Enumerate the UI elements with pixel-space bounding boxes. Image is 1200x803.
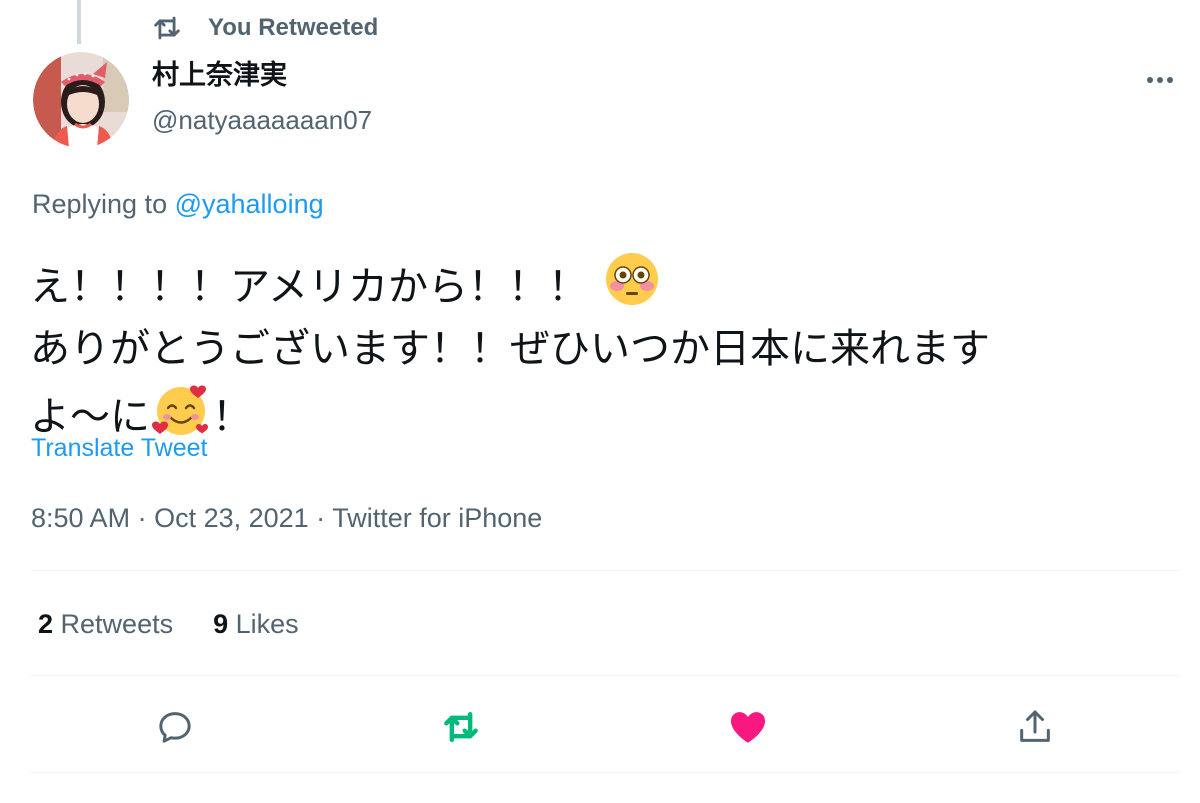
- retweet-icon: [444, 711, 478, 743]
- tweet-time[interactable]: 8:50 AM: [31, 503, 130, 533]
- reply-to-handle-link[interactable]: @yahalloing: [175, 189, 324, 219]
- more-dots-icon: [1147, 77, 1173, 83]
- retweet-context-label: You Retweeted: [208, 14, 379, 41]
- divider-middle: [31, 675, 1180, 676]
- retweets-count: 2: [38, 609, 54, 639]
- reply-context: Replying to @yahalloing: [32, 184, 324, 224]
- tweet-line-1: え！！！！アメリカから！！！: [30, 250, 1170, 318]
- flushed-face-emoji: [603, 250, 661, 308]
- likes-stat[interactable]: 9 Likes: [213, 604, 299, 644]
- tweet-line-3-end: ！: [212, 394, 252, 440]
- author-name[interactable]: 村上奈津実: [152, 56, 287, 96]
- share-icon: [1020, 710, 1050, 742]
- like-button[interactable]: [721, 700, 775, 754]
- heart-icon: [730, 712, 766, 743]
- thread-line: [77, 0, 81, 44]
- meta-separator: ·: [130, 503, 155, 533]
- reply-button[interactable]: [148, 700, 202, 754]
- retweet-icon: [150, 11, 184, 45]
- avatar[interactable]: [33, 52, 129, 148]
- tweet-line-2: ありがとうございます！！ぜひいつか日本に来れます: [30, 326, 990, 372]
- author-handle[interactable]: @natyaaaaaaan07: [152, 100, 372, 140]
- reply-icon: [159, 712, 191, 743]
- retweets-label: Retweets: [53, 609, 174, 639]
- tweet-line-1-text: え！！！！アメリカから！！！: [30, 264, 588, 310]
- retweet-button[interactable]: [434, 700, 488, 754]
- retweets-stat[interactable]: 2 Retweets: [38, 604, 173, 644]
- tweet-stats: 2 Retweets 9 Likes: [38, 604, 339, 644]
- meta-separator: ·: [308, 503, 333, 533]
- more-options-button[interactable]: [1140, 60, 1180, 100]
- tweet-metadata: 8:50 AM · Oct 23, 2021 · Twitter for iPh…: [31, 498, 542, 538]
- likes-count: 9: [213, 609, 229, 639]
- retweet-context: You Retweeted: [150, 10, 378, 46]
- likes-label: Likes: [228, 609, 299, 639]
- reply-prefix: Replying to: [32, 189, 175, 219]
- tweet-source: Twitter for iPhone: [332, 503, 543, 533]
- divider-bottom: [31, 772, 1180, 773]
- translate-tweet-link[interactable]: Translate Tweet: [31, 430, 207, 466]
- divider-top: [31, 570, 1180, 571]
- tweet-text: え！！！！アメリカから！！！ ありがとうございます！！ぜひいつか日本に来れます …: [30, 250, 1170, 448]
- tweet-date[interactable]: Oct 23, 2021: [154, 503, 309, 533]
- tweet-actions: [0, 700, 1200, 754]
- share-button[interactable]: [1008, 700, 1062, 754]
